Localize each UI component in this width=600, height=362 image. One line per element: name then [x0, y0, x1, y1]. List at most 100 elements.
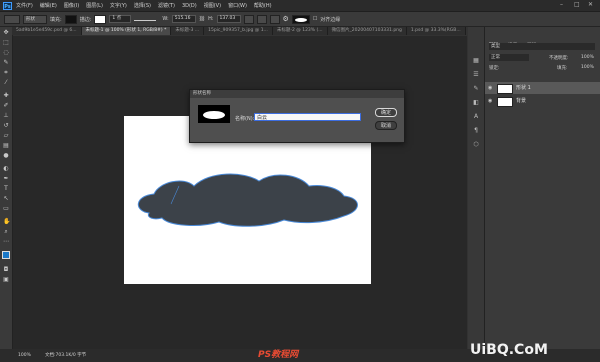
minimize-button[interactable]: –	[560, 1, 563, 8]
menu-window[interactable]: 窗口(W)	[228, 2, 247, 9]
layers-panel: 图层 通道 路径 类型 正常 不透明度: 100% 锁定: 填充: 100% ◉…	[485, 27, 600, 349]
menu-type[interactable]: 文字(Y)	[110, 2, 127, 9]
cloud-preview-icon	[203, 111, 225, 119]
gradient-icon[interactable]: ▤	[3, 143, 9, 149]
layer-filter-select[interactable]: 类型	[489, 43, 595, 50]
3d-icon[interactable]: ⬡	[472, 141, 480, 149]
eraser-icon[interactable]: ▱	[3, 133, 9, 139]
name-input[interactable]: 白云	[254, 113, 361, 121]
menu-edit[interactable]: 编辑(E)	[40, 2, 57, 9]
stroke-swatch[interactable]	[94, 14, 107, 24]
character-icon[interactable]: A	[472, 113, 480, 121]
paragraph-icon[interactable]: ¶	[472, 127, 480, 135]
link-icon[interactable]: ⛓	[199, 16, 205, 22]
foreground-color-swatch[interactable]	[2, 251, 10, 259]
right-panels: ▦ ☰ ✎ ◧ A ¶ ⬡ 图层 通道 路径 类型 正常 不透明度: 100% …	[468, 27, 600, 349]
hand-icon[interactable]: ✋	[3, 219, 10, 225]
layer-name: 背景	[516, 98, 527, 104]
doc-tab[interactable]: 微信图片_20200407103331.png	[327, 27, 407, 35]
lasso-icon[interactable]: ◌	[3, 50, 9, 56]
panel-icon-column: ▦ ☰ ✎ ◧ A ¶ ⬡	[468, 27, 485, 349]
doc-tab[interactable]: 未标题-2 @ 123% (...	[272, 27, 328, 35]
h-label: H:	[208, 16, 214, 22]
height-field[interactable]: 137.03	[216, 15, 241, 23]
align-edges-label: 对齐边缘	[320, 16, 341, 23]
eye-icon[interactable]: ◉	[488, 95, 492, 107]
status-bar: 100% 文档:703.1K/0 字节 PS教程网 UiBQ.CoM	[0, 343, 600, 362]
watermark-left: PS教程网	[258, 350, 299, 360]
cancel-button[interactable]: 取消	[375, 121, 397, 130]
marquee-icon[interactable]: ⬚	[3, 40, 9, 46]
doc-tab[interactable]: 5ad9b1e5e459c.psd @ 6...	[12, 27, 82, 35]
lock-label: 锁定:	[489, 66, 500, 71]
menu-view[interactable]: 视图(V)	[204, 2, 221, 9]
dialog-title: 形状名称	[190, 90, 404, 98]
path-operations-icon[interactable]	[243, 14, 254, 24]
align-edges-checkbox[interactable]: ☐	[313, 16, 317, 22]
brush-icon[interactable]: ✐	[3, 103, 9, 109]
blur-icon[interactable]: ●	[3, 153, 9, 159]
menu-file[interactable]: 文件(F)	[16, 2, 33, 9]
document-info: 文档:703.1K/0 字节	[45, 353, 87, 358]
fill-label: 填充:	[50, 16, 62, 23]
properties-icon[interactable]: ☰	[472, 71, 480, 79]
close-button[interactable]: ✕	[588, 1, 593, 8]
healing-icon[interactable]: ✚	[3, 93, 9, 99]
opacity-value[interactable]: 100%	[581, 55, 594, 60]
doc-tab[interactable]: 15pic_909357_b.jpg @ 1...	[204, 27, 273, 35]
options-bar: 形状 填充: 描边: 1 点 W: 515.16 ⛓ H: 137.03 ⚙ ☐…	[0, 12, 600, 27]
menu-layer[interactable]: 图层(L)	[86, 2, 103, 9]
eyedropper-icon[interactable]: ⁄	[3, 80, 9, 86]
move-icon[interactable]: ✥	[3, 30, 9, 36]
eye-icon[interactable]: ◉	[488, 82, 492, 94]
more-icon[interactable]: ⋯	[3, 239, 9, 245]
menu-3d[interactable]: 3D(D)	[182, 3, 197, 9]
dodge-icon[interactable]: ◐	[3, 166, 9, 172]
zoom-icon[interactable]: ⌕	[3, 229, 9, 235]
shape-icon[interactable]: ▭	[3, 206, 9, 212]
opacity-label: 不透明度:	[549, 56, 569, 61]
type-icon[interactable]: T	[3, 186, 9, 192]
stroke-label: 描边:	[79, 16, 92, 23]
shape-preview	[198, 105, 230, 123]
fill-value[interactable]: 100%	[581, 65, 594, 70]
shape-picker[interactable]	[291, 14, 310, 24]
width-field[interactable]: 515.16	[171, 15, 196, 23]
zoom-level[interactable]: 100%	[18, 349, 31, 362]
path-arrangement-icon[interactable]	[269, 14, 280, 24]
doc-tab[interactable]: 1.psd @ 33.3%(RGB...	[406, 27, 466, 35]
maximize-button[interactable]: □	[574, 1, 580, 8]
fill-label: 填充:	[557, 66, 568, 71]
brush-settings-icon[interactable]: ✎	[472, 85, 480, 93]
layer-thumbnail	[497, 84, 513, 94]
layer-name: 形状 1	[516, 85, 531, 91]
photoshop-logo: Ps	[3, 1, 12, 10]
screenmode-icon[interactable]: ▣	[3, 277, 9, 283]
crop-icon[interactable]: ⌗	[3, 70, 9, 76]
quickmask-icon[interactable]: ◘	[3, 267, 9, 273]
gear-icon[interactable]: ⚙	[283, 15, 289, 23]
doc-tab[interactable]: 未标题-3 ...	[171, 27, 205, 35]
stroke-width-field[interactable]: 1 点	[109, 15, 132, 23]
adjustments-icon[interactable]: ◧	[472, 99, 480, 107]
stroke-type-select[interactable]	[134, 17, 157, 21]
quick-select-icon[interactable]: ✎	[3, 60, 9, 66]
menu-image[interactable]: 图像(I)	[64, 2, 79, 9]
stamp-icon[interactable]: ⊥	[3, 113, 9, 119]
fill-swatch[interactable]	[64, 14, 77, 24]
menu-select[interactable]: 选择(S)	[134, 2, 151, 9]
history-brush-icon[interactable]: ↺	[3, 123, 9, 129]
pen-icon[interactable]: ✒	[3, 176, 9, 182]
history-icon[interactable]: ▦	[472, 57, 480, 65]
tool-preset-picker[interactable]	[4, 14, 20, 24]
menu-help[interactable]: 帮助(H)	[254, 2, 272, 9]
path-alignment-icon[interactable]	[256, 14, 267, 24]
layer-row-background[interactable]: ◉ 背景	[485, 95, 600, 107]
blend-mode-select[interactable]: 正常	[489, 54, 529, 61]
layer-row-shape[interactable]: ◉ 形状 1	[485, 82, 600, 94]
path-select-icon[interactable]: ↖	[3, 196, 9, 202]
ok-button[interactable]: 确定	[375, 108, 397, 117]
menu-filter[interactable]: 滤镜(T)	[158, 2, 175, 9]
shape-mode-select[interactable]: 形状	[23, 14, 47, 24]
doc-tab-active[interactable]: 未标题-1 @ 100% (形状 1, RGB/8#) *	[81, 27, 172, 35]
